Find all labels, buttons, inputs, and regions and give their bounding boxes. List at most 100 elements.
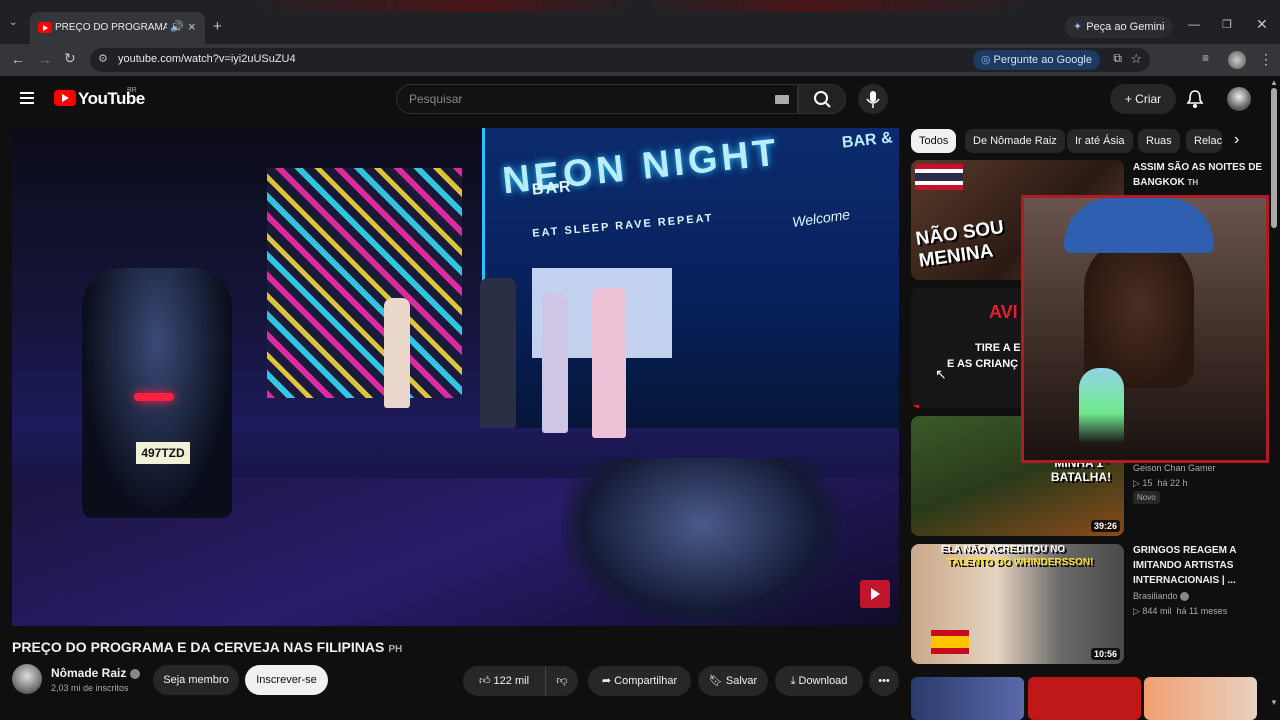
- browser-address-bar: ← → ↻ ⚙ youtube.com/watch?v=iyi2uUSuZU4 …: [0, 44, 1280, 76]
- recommendation-stats: ▷ 15 há 22 h: [1133, 478, 1187, 489]
- recommendation-age: há 11 meses: [1176, 606, 1228, 616]
- chip-streets[interactable]: Ruas: [1138, 129, 1180, 153]
- scroll-down-arrow-icon[interactable]: ▼: [1270, 698, 1278, 707]
- browser-tab-bar: ⌄ PREÇO DO PROGRAMA E DA CERVEJA NAS FIL…: [0, 0, 1280, 44]
- video-duration: 10:56: [1090, 648, 1120, 660]
- omnibox[interactable]: ⚙ youtube.com/watch?v=iyi2uUSuZU4 ◎ Perg…: [90, 48, 1150, 72]
- play-icon: ▷: [1133, 606, 1143, 616]
- account-avatar[interactable]: [1227, 87, 1251, 111]
- save-label: Salvar: [725, 675, 758, 687]
- like-count: 122 mil: [493, 675, 530, 687]
- gemini-button[interactable]: ✦ Peça ao Gemini: [1065, 16, 1173, 38]
- license-plate: 497TZD: [136, 442, 190, 464]
- bookmark-star-icon[interactable]: ☆: [1130, 51, 1142, 67]
- share-arrow-icon: ➦: [601, 675, 615, 687]
- page-scrollbar[interactable]: [1271, 88, 1277, 228]
- youtube-logo-icon[interactable]: [54, 90, 76, 106]
- thumbnail-caption: NÃO SOU MENINA: [914, 216, 1006, 272]
- tab-search-chevron-icon[interactable]: ⌄: [9, 17, 17, 28]
- search-button[interactable]: [798, 84, 846, 114]
- channel-watermark-icon[interactable]: [860, 580, 890, 608]
- recommendation-thumbnail[interactable]: ELA NÃO ACREDITOU NO TALENTO DO WHINDERS…: [911, 544, 1124, 664]
- chip-related[interactable]: Relac: [1186, 129, 1222, 153]
- scroll-up-arrow-icon[interactable]: ▲: [1270, 78, 1278, 87]
- voice-search-button[interactable]: [858, 84, 888, 114]
- recommendation-thumbnail[interactable]: [1028, 677, 1141, 720]
- browser-tab-active[interactable]: PREÇO DO PROGRAMA E DA CERVEJA NAS FILIP…: [30, 12, 205, 44]
- video-title-flag: PH: [388, 644, 403, 655]
- media-controls-icon[interactable]: ≡: [1202, 51, 1209, 65]
- recommendation-title-flag: TH: [1187, 178, 1199, 187]
- more-horizontal-icon: •••: [878, 675, 890, 687]
- more-actions-button[interactable]: •••: [869, 666, 899, 696]
- recommendation-thumbnail[interactable]: [1144, 677, 1257, 720]
- watch-progress-bar: [911, 405, 919, 408]
- tab-bar-decoration: [240, 0, 1040, 12]
- recommendation-channel[interactable]: Geison Chan Gamer: [1133, 463, 1216, 473]
- channel-name-text[interactable]: Nômade Raiz: [51, 666, 126, 680]
- site-info-icon[interactable]: ⚙: [98, 52, 108, 65]
- download-button[interactable]: ⤓ Download: [775, 666, 863, 696]
- share-button[interactable]: ➦ Compartilhar: [588, 666, 691, 696]
- new-tab-icon[interactable]: +: [213, 18, 222, 35]
- thailand-flag-icon: [915, 164, 963, 190]
- thumbnail-caption: AVI: [989, 302, 1018, 322]
- recommendation-channel-text[interactable]: Brasiliando: [1133, 591, 1178, 601]
- search-icon: [814, 91, 831, 108]
- plus-icon: +: [1124, 92, 1136, 106]
- chip-all[interactable]: Todos: [911, 129, 957, 153]
- keyboard-icon[interactable]: [775, 95, 789, 104]
- pedestrian: [480, 278, 516, 428]
- bar-sign-sub: BAR: [531, 178, 574, 199]
- speaker-icon[interactable]: 🔊: [170, 20, 184, 33]
- dislike-button[interactable]: 👎︎: [545, 666, 578, 696]
- video-title: PREÇO DO PROGRAMA E DA CERVEJA NAS FILIP…: [12, 639, 402, 655]
- ask-google-button[interactable]: ◎ Pergunte ao Google: [972, 50, 1100, 70]
- forward-icon[interactable]: →: [38, 51, 52, 67]
- streamer-cap: [1064, 198, 1214, 253]
- close-window-icon[interactable]: ✕: [1256, 16, 1268, 33]
- rgb-speaker: [1079, 368, 1124, 443]
- spain-flag-icon: [931, 630, 969, 654]
- hamburger-menu-icon[interactable]: [20, 92, 34, 94]
- search-input[interactable]: Pesquisar: [396, 84, 798, 114]
- thumbs-down-icon: 👎︎: [556, 675, 568, 687]
- video-player[interactable]: NEON NIGHT BAR & BAR EAT SLEEP RAVE REPE…: [12, 128, 899, 626]
- channel-avatar[interactable]: [12, 664, 42, 694]
- save-button[interactable]: 🔖︎ Salvar: [698, 666, 768, 696]
- join-member-button[interactable]: Seja membro: [153, 665, 239, 695]
- verified-check-icon: [1180, 592, 1190, 602]
- recommendation-thumbnail[interactable]: [911, 677, 1024, 720]
- recommendation-channel[interactable]: Brasiliando: [1133, 591, 1190, 602]
- pedestrian: [384, 298, 410, 408]
- youtube-header: YouTube BR Pesquisar + Criar: [0, 78, 1280, 120]
- reload-icon[interactable]: ↻: [64, 50, 76, 67]
- download-label: Download: [798, 675, 848, 687]
- subscribe-button[interactable]: Inscrever-se: [245, 665, 328, 695]
- profile-avatar-icon[interactable]: [1228, 51, 1246, 69]
- chips-next-chevron-icon[interactable]: ›: [1234, 131, 1239, 149]
- play-icon: ▷: [1133, 478, 1143, 488]
- share-label: Compartilhar: [614, 675, 678, 687]
- browser-menu-icon[interactable]: ⋮: [1259, 51, 1273, 68]
- close-tab-icon[interactable]: ×: [188, 19, 196, 34]
- minimize-icon[interactable]: —: [1188, 17, 1200, 31]
- chip-from-channel[interactable]: De Nômade Raiz: [965, 129, 1065, 153]
- back-icon[interactable]: ←: [11, 51, 25, 67]
- thumbs-up-icon: 👍︎: [478, 675, 494, 687]
- video-title-text: PREÇO DO PROGRAMA E DA CERVEJA NAS FILIP…: [12, 639, 385, 655]
- thumbnail-caption: TALENTO DO WHINDERSSON!: [947, 557, 1094, 568]
- create-button[interactable]: + Criar: [1110, 84, 1176, 114]
- chip-asia[interactable]: Ir até Ásia: [1067, 129, 1133, 153]
- recommendation-title[interactable]: ASSIM SÃO AS NOITES DE BANGKOK TH: [1133, 160, 1263, 190]
- bookmark-icon: 🔖︎: [708, 675, 726, 687]
- like-button[interactable]: 👍︎ 122 mil: [463, 666, 545, 696]
- recommendation-title[interactable]: GRINGOS REAGEM A IMITANDO ARTISTAS INTER…: [1133, 543, 1263, 588]
- channel-name[interactable]: Nômade Raiz: [51, 666, 141, 680]
- install-app-icon[interactable]: ⧉: [1113, 51, 1122, 66]
- lens-icon: ◎: [980, 54, 994, 66]
- maximize-icon[interactable]: ❐: [1222, 18, 1232, 31]
- region-code: BR: [127, 87, 137, 94]
- thumbnail-caption: ELA NÃO ACREDITOU NO: [941, 544, 1066, 555]
- notifications-bell-icon[interactable]: [1186, 89, 1204, 109]
